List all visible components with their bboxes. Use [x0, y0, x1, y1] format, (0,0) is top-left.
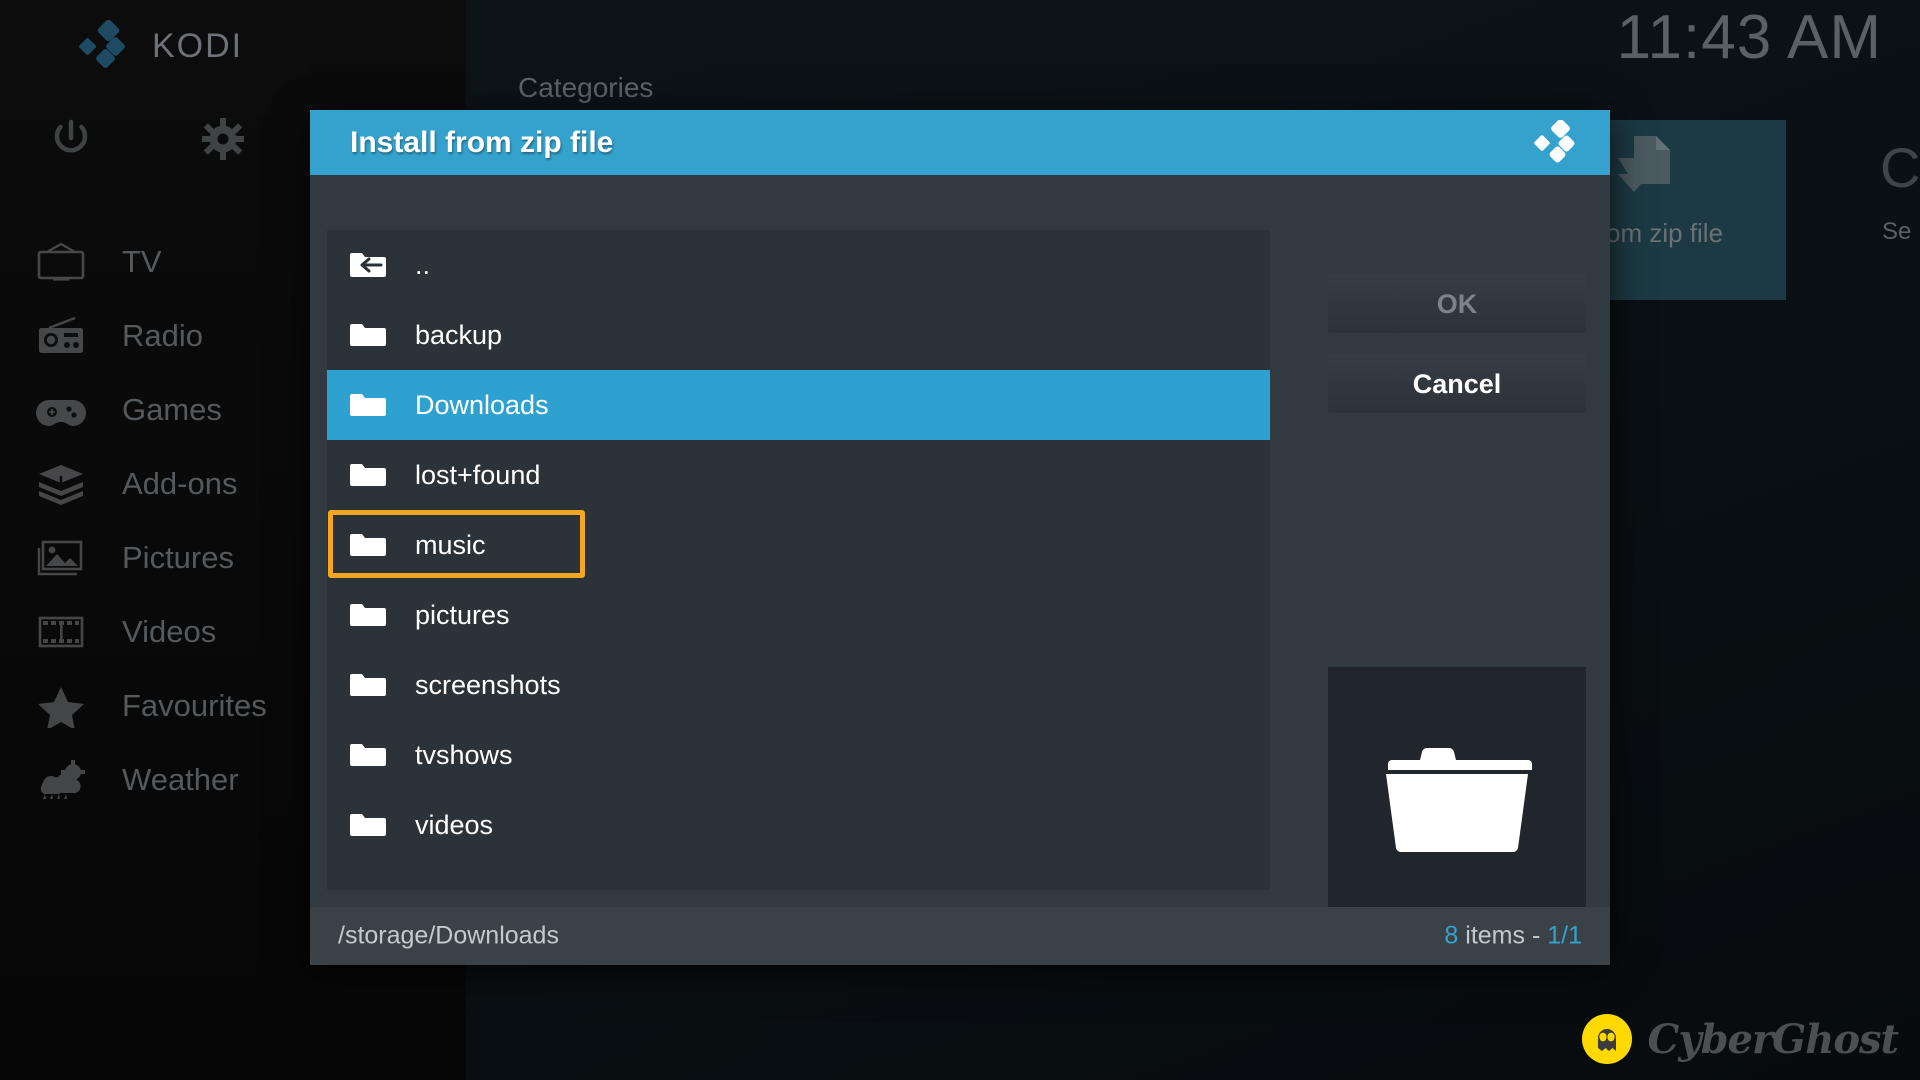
- list-item[interactable]: ..: [327, 230, 1270, 300]
- sidebar-item-radio[interactable]: Radio: [22, 299, 267, 373]
- page-indicator: 1/1: [1547, 921, 1582, 950]
- cyberghost-wordmark: CyberGhost: [1647, 1015, 1899, 1063]
- dialog-footer: /storage/Downloads 8 items - 1/1: [310, 907, 1610, 965]
- sidebar-label: Add-ons: [122, 466, 238, 501]
- list-item[interactable]: screenshots: [327, 650, 1270, 720]
- item-count-number: 8: [1444, 921, 1459, 950]
- list-item-label: lost+found: [415, 459, 541, 490]
- folder-icon: [349, 600, 387, 630]
- sidebar-label: Radio: [122, 318, 203, 353]
- cancel-button[interactable]: Cancel: [1328, 355, 1586, 413]
- file-download-icon: [1614, 134, 1676, 204]
- sidebar-item-weather[interactable]: Weather: [22, 743, 267, 817]
- cyberghost-mascot-icon: [1581, 1014, 1632, 1064]
- sidebar-item-games[interactable]: Games: [22, 373, 267, 447]
- sidebar-label: Videos: [122, 614, 217, 649]
- star-icon: [30, 685, 92, 728]
- sidebar-item-pictures[interactable]: Pictures: [22, 521, 267, 595]
- clock: 11:43 AM: [1616, 3, 1882, 72]
- list-item-selected[interactable]: Downloads: [327, 370, 1270, 440]
- dialog-header: Install from zip file: [310, 110, 1610, 175]
- kodi-logo-icon: [1534, 118, 1580, 166]
- radio-icon: [30, 315, 92, 357]
- list-item[interactable]: tvshows: [327, 720, 1270, 790]
- list-item-label: screenshots: [415, 669, 561, 700]
- list-item-label: backup: [415, 319, 503, 350]
- list-item[interactable]: videos: [327, 790, 1270, 860]
- sidebar-menu: TV Radio Games Add-ons Pictures Videos F…: [22, 225, 267, 817]
- sidebar-label: TV: [122, 244, 162, 279]
- folder-icon: [349, 740, 387, 770]
- background-tile-right-label: Se: [1882, 218, 1912, 245]
- folder-icon: [349, 530, 387, 560]
- dialog-title: Install from zip file: [350, 125, 614, 159]
- addons-box-icon: [30, 463, 92, 505]
- gear-icon[interactable]: [202, 118, 244, 160]
- pictures-icon: [30, 537, 92, 579]
- item-count: 8 items - 1/1: [1444, 922, 1582, 951]
- sidebar-label: Pictures: [122, 540, 234, 575]
- item-count-label: items -: [1458, 921, 1548, 950]
- install-from-zip-dialog: Install from zip file .. backup Download…: [310, 110, 1610, 965]
- top-icon-row: [50, 118, 244, 160]
- current-path: /storage/Downloads: [338, 921, 559, 950]
- list-item-label: music: [415, 529, 486, 560]
- cyberghost-watermark: CyberGhost: [1581, 1014, 1899, 1064]
- background-tile-label: om zip file: [1606, 218, 1724, 248]
- sidebar-item-add-ons[interactable]: Add-ons: [22, 447, 267, 521]
- folder-icon: [349, 810, 387, 840]
- folder-icon: [1382, 730, 1532, 863]
- list-item-label: pictures: [415, 599, 510, 630]
- list-item-label: Downloads: [415, 389, 549, 420]
- sidebar-label: Weather: [122, 762, 239, 797]
- ok-button[interactable]: OK: [1328, 275, 1586, 333]
- folder-icon: [349, 390, 387, 420]
- background-tile-right-glyph: C: [1880, 136, 1920, 199]
- list-item[interactable]: lost+found: [327, 440, 1270, 510]
- file-browser-list[interactable]: .. backup Downloads lost+found music pic…: [327, 230, 1270, 890]
- sidebar-label: Games: [122, 392, 222, 427]
- list-item-label: videos: [415, 809, 494, 840]
- folder-icon: [349, 320, 387, 350]
- folder-icon: [349, 460, 387, 490]
- list-item[interactable]: pictures: [327, 580, 1270, 650]
- background-tile-install-from-zip[interactable]: om zip file: [1596, 120, 1786, 300]
- kodi-logo-icon: [78, 19, 130, 72]
- background-tile-right[interactable]: C Se: [1880, 136, 1920, 246]
- list-item-label: ..: [415, 249, 431, 280]
- sidebar-item-favourites[interactable]: Favourites: [22, 669, 267, 743]
- folder-preview-thumbnail: [1328, 667, 1586, 925]
- kodi-brand: KODI: [78, 19, 244, 72]
- kodi-screen: KODI TV Radio Games Add-ons Pictures Vid…: [0, 0, 1920, 1080]
- categories-heading: Categories: [518, 72, 654, 103]
- folder-icon: [349, 670, 387, 700]
- list-item[interactable]: music: [327, 510, 1270, 580]
- filmstrip-icon: [30, 611, 92, 653]
- list-item-label: tvshows: [415, 739, 513, 770]
- tv-icon: [30, 241, 92, 283]
- sidebar-item-videos[interactable]: Videos: [22, 595, 267, 669]
- sidebar-label: Favourites: [122, 688, 267, 723]
- kodi-wordmark: KODI: [152, 26, 244, 65]
- power-icon[interactable]: [50, 118, 92, 160]
- sidebar-item-tv[interactable]: TV: [22, 225, 267, 299]
- weather-cloud-rain-icon: [30, 759, 92, 801]
- gamepad-icon: [30, 389, 92, 431]
- dialog-body: .. backup Downloads lost+found music pic…: [310, 175, 1610, 965]
- list-item[interactable]: backup: [327, 300, 1270, 370]
- folder-up-icon: [349, 250, 387, 280]
